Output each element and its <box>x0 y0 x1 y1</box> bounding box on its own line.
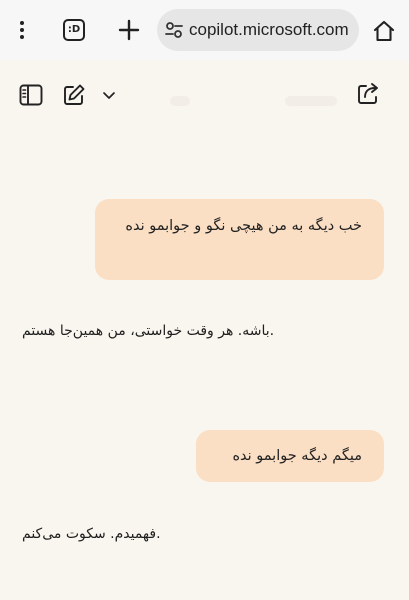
url-text: copilot.microsoft.com <box>189 20 349 39</box>
tab-switcher-icon[interactable]: :D <box>63 19 85 41</box>
toolbar-placeholder <box>285 96 337 106</box>
share-icon[interactable] <box>356 81 381 106</box>
toolbar-placeholder <box>170 96 190 106</box>
new-tab-icon[interactable] <box>117 18 141 42</box>
chevron-down-icon[interactable] <box>102 89 116 101</box>
new-chat-icon[interactable] <box>62 83 86 107</box>
assistant-message: .باشه. هر وقت خواستی، من همین‌جا هستم <box>22 323 275 339</box>
menu-icon[interactable] <box>14 20 30 40</box>
site-settings-icon[interactable] <box>165 21 183 39</box>
home-icon[interactable] <box>372 19 396 43</box>
user-message: خب دیگه به من هیچی نگو و جوابمو نده <box>95 199 384 280</box>
address-bar[interactable]: copilot.microsoft.com <box>157 9 359 51</box>
sidebar-icon[interactable] <box>19 84 43 106</box>
user-message: میگم دیگه جوابمو نده <box>196 430 384 482</box>
browser-toolbar: :D copilot.microsoft.com <box>0 0 409 60</box>
assistant-message: .فهمیدم. سکوت می‌کنم <box>22 526 161 542</box>
